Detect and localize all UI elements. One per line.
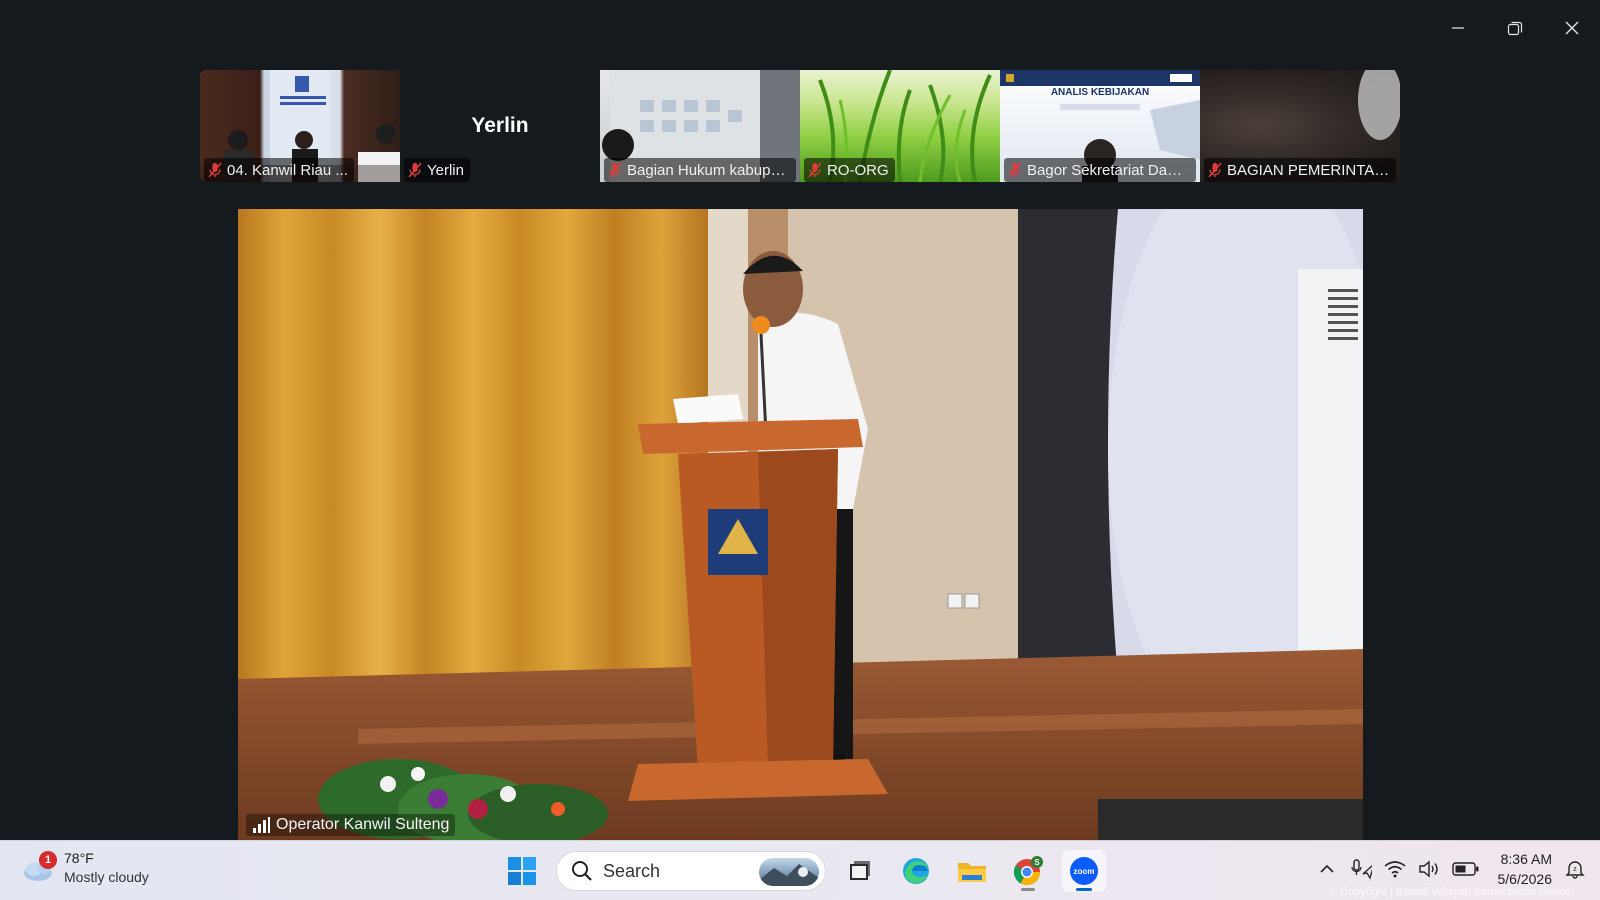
participant-tile[interactable]: BAGIAN PEMERINTAH... (1200, 70, 1400, 182)
poster-title: ANALIS KEBIJAKAN (1050, 87, 1150, 98)
main-speaker-video[interactable]: Operator Kanwil Sulteng (238, 209, 1363, 840)
battery-button[interactable] (1451, 858, 1480, 880)
muted-mic-icon (1008, 162, 1022, 178)
participant-name-tag: RO-ORG (804, 158, 895, 182)
microphone-location-button[interactable] (1350, 858, 1372, 880)
app-active-indicator (1076, 888, 1092, 891)
participant-name-tag: 04. Kanwil Riau ... (204, 158, 354, 182)
show-hidden-icons-button[interactable] (1316, 858, 1338, 880)
window-controls (1429, 10, 1600, 46)
windows-logo-icon (508, 857, 536, 885)
search-icon (572, 861, 592, 881)
start-button[interactable] (500, 850, 544, 892)
muted-mic-icon (408, 162, 422, 178)
participant-display-name: Yerlin (471, 114, 529, 137)
microphone-in-use-icon (1350, 859, 1372, 880)
speaker-name: Operator Kanwil Sulteng (276, 816, 450, 833)
participant-tile[interactable]: RO-ORG (800, 70, 1000, 182)
speaker-name-label: Operator Kanwil Sulteng (246, 814, 456, 836)
participant-name: Yerlin (427, 161, 464, 179)
chrome-icon: S (1013, 856, 1043, 886)
battery-icon (1451, 862, 1478, 876)
search-highlight-image (759, 858, 819, 886)
participant-name-tag: Bagian Hukum kabupa... (604, 158, 796, 182)
participant-tile[interactable]: Bagian Hukum kabupa... (600, 70, 800, 182)
svg-text:S: S (1034, 858, 1040, 867)
edge-icon (903, 858, 929, 884)
participant-tile[interactable]: Yerlin Yerlin (400, 70, 600, 182)
weather-widget[interactable]: 1 78°F Mostly cloudy (22, 849, 149, 887)
clock-time: 8:36 AM (1500, 851, 1552, 867)
participant-tile[interactable]: ANALIS KEBIJAKAN Bagor Sekretariat Daer.… (1000, 70, 1200, 182)
minimize-button[interactable] (1429, 10, 1486, 46)
search-label: Search (603, 860, 661, 881)
restore-button[interactable] (1486, 10, 1543, 46)
muted-mic-icon (808, 162, 822, 178)
participant-name-tag: Yerlin (404, 158, 470, 182)
zoom-meeting-window: 04. Kanwil Riau ... Yerlin Yerlin Bagian… (0, 0, 1600, 840)
restore-icon (1507, 21, 1522, 36)
taskbar-apps: Search S zoom (500, 850, 1106, 892)
muted-mic-icon (208, 162, 222, 178)
file-explorer-icon (958, 863, 986, 882)
signal-strength-icon (253, 817, 270, 833)
system-clock[interactable]: 8:36 AM 5/6/2026 (1498, 849, 1553, 889)
minimize-icon (1451, 27, 1464, 29)
participant-name: Bagor Sekretariat Daer... (1027, 161, 1190, 179)
zoom-button[interactable]: zoom (1062, 850, 1106, 892)
cloud-icon: 1 (22, 851, 57, 883)
participant-name: Bagian Hukum kabupa... (627, 161, 790, 179)
taskbar-search[interactable]: Search (556, 851, 826, 891)
participant-strip: 04. Kanwil Riau ... Yerlin Yerlin Bagian… (200, 70, 1400, 182)
participant-name: 04. Kanwil Riau ... (227, 161, 348, 179)
app-running-indicator (1021, 888, 1035, 891)
edge-button[interactable] (894, 850, 938, 892)
task-view-icon (850, 861, 870, 880)
participant-name: RO-ORG (827, 161, 889, 179)
notification-badge: 1 (39, 851, 57, 869)
close-button[interactable] (1543, 10, 1600, 46)
svg-text:z: z (1573, 866, 1577, 873)
speaker-video-frame (238, 209, 1363, 840)
participant-tile[interactable]: 04. Kanwil Riau ... (200, 70, 400, 182)
volume-icon (1418, 860, 1438, 878)
svg-text:zoom: zoom (1074, 867, 1095, 876)
windows-taskbar: 1 78°F Mostly cloudy Search S zoom 8:36 … (0, 840, 1600, 900)
participant-name-tag: BAGIAN PEMERINTAH... (1204, 158, 1396, 182)
system-tray: 8:36 AM 5/6/2026 z (1316, 849, 1587, 889)
wifi-button[interactable] (1384, 858, 1406, 880)
task-view-button[interactable] (838, 850, 882, 892)
zoom-icon: zoom (1070, 857, 1098, 885)
chevron-up-icon (1319, 864, 1334, 873)
participant-name-tag: Bagor Sekretariat Daer... (1004, 158, 1196, 182)
weather-condition: Mostly cloudy (64, 869, 149, 885)
video-watermark: © Copyright | Kanwil Wilayah Kementerian… (1328, 886, 1574, 898)
participant-name: BAGIAN PEMERINTAH... (1227, 161, 1390, 179)
wifi-icon (1384, 861, 1405, 878)
volume-button[interactable] (1418, 858, 1440, 880)
muted-mic-icon (608, 162, 622, 178)
file-explorer-button[interactable] (950, 850, 994, 892)
chrome-button[interactable]: S (1006, 850, 1050, 892)
notifications-button[interactable]: z (1564, 858, 1586, 880)
muted-mic-icon (1208, 162, 1222, 178)
weather-temperature: 78°F (64, 850, 94, 866)
notification-bell-icon: z (1565, 861, 1585, 879)
close-icon (1565, 21, 1578, 35)
